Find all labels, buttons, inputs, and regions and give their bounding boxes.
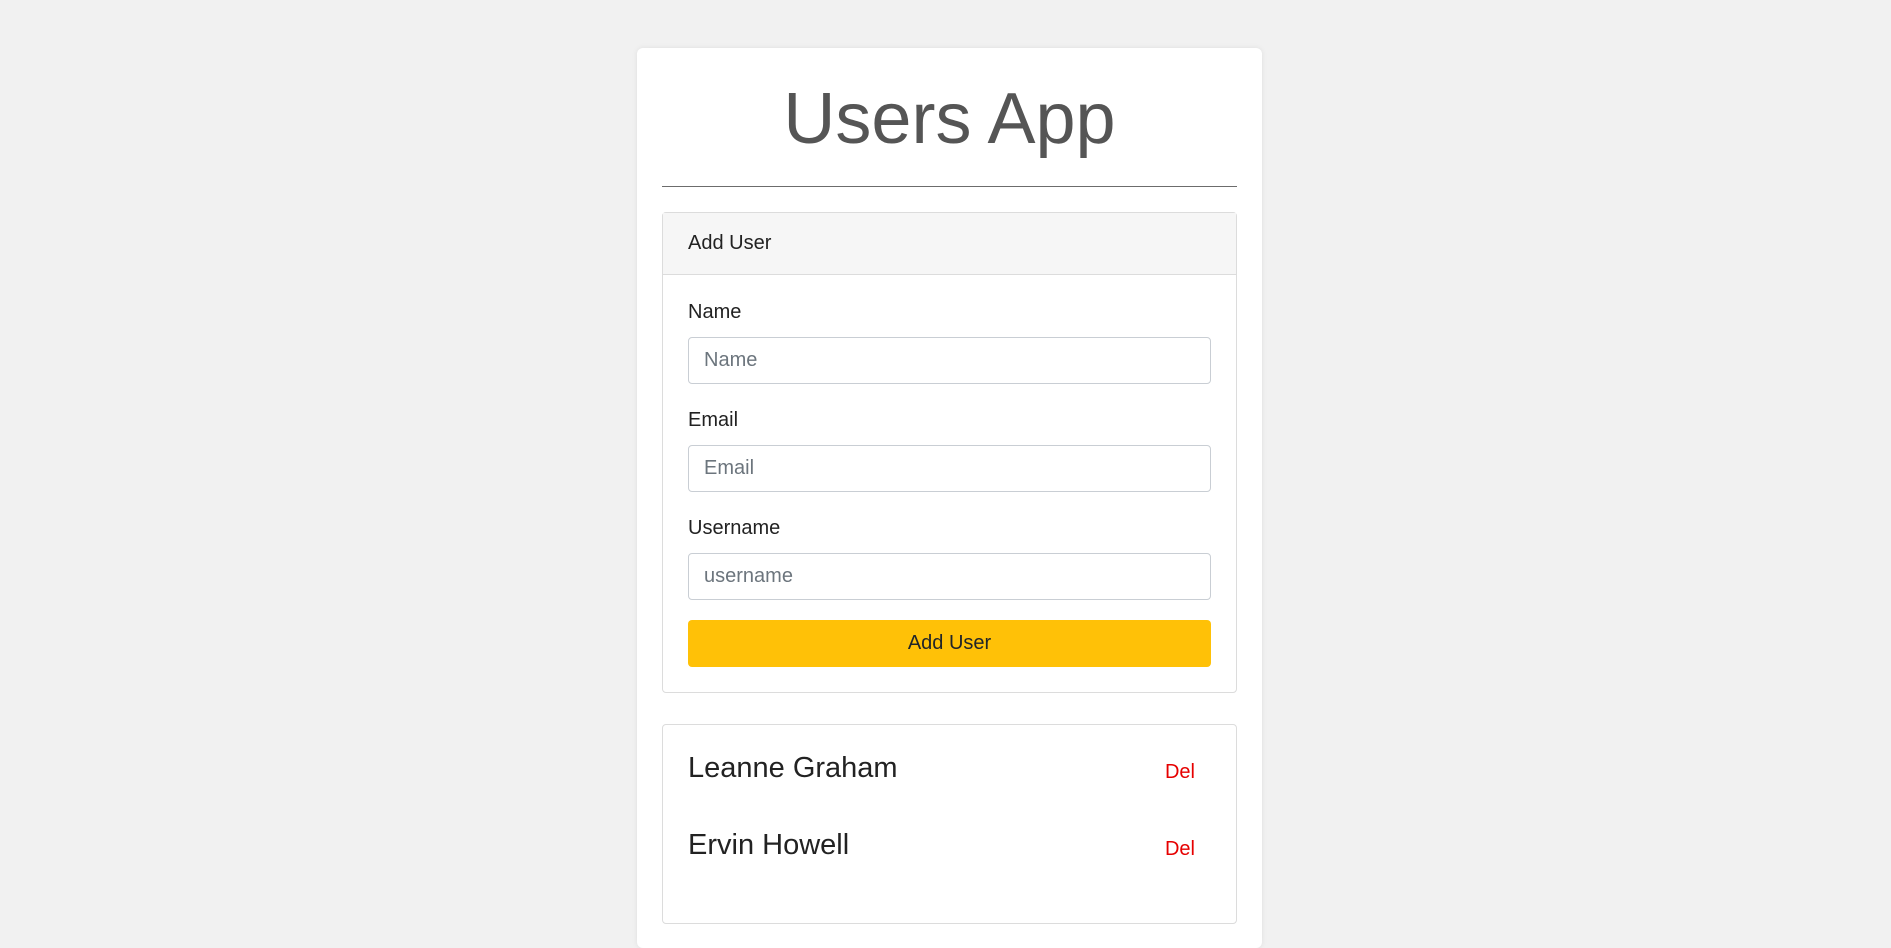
- email-label: Email: [688, 409, 739, 431]
- user-list: Leanne Graham Del Ervin Howell Del: [662, 724, 1237, 924]
- add-user-card: Add User Name Email Username Add User: [662, 212, 1237, 693]
- name-input[interactable]: [688, 337, 1211, 384]
- users-app-card: Users App Add User Name Email Username A…: [637, 48, 1262, 948]
- delete-user-button[interactable]: Del: [1165, 761, 1195, 784]
- user-name: Ervin Howell: [688, 828, 850, 861]
- list-item: Leanne Graham Del: [688, 749, 1211, 787]
- list-item: Ervin Howell Del: [688, 826, 1211, 864]
- add-user-form: Name Email Username Add User: [663, 275, 1236, 692]
- username-input[interactable]: [688, 553, 1211, 600]
- delete-user-button[interactable]: Del: [1165, 838, 1195, 861]
- title-divider: [662, 186, 1237, 187]
- username-label: Username: [688, 517, 781, 539]
- name-label: Name: [688, 301, 742, 323]
- page-title: Users App: [783, 79, 1116, 159]
- user-name: Leanne Graham: [688, 751, 898, 784]
- email-input[interactable]: [688, 445, 1211, 492]
- add-user-card-header: Add User: [663, 213, 1236, 275]
- add-user-button[interactable]: Add User: [688, 620, 1211, 667]
